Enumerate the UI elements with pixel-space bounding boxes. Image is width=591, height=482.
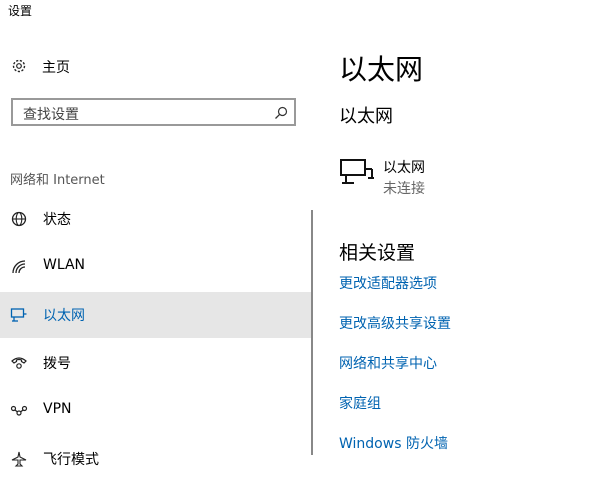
section-title: 以太网	[339, 106, 393, 127]
gear-icon	[10, 57, 28, 75]
change-adapter-options-link[interactable]: 更改适配器选项	[339, 273, 437, 293]
sidebar-item-airplane[interactable]: 飞行模式	[0, 436, 313, 482]
change-advanced-sharing-link[interactable]: 更改高级共享设置	[339, 313, 451, 333]
sidebar-item-label: 飞行模式	[43, 452, 99, 468]
sidebar-item-label: VPN	[43, 401, 72, 417]
home-label: 主页	[42, 60, 70, 76]
search-placeholder: 查找设置	[23, 107, 79, 123]
dialup-phone-icon	[10, 354, 28, 372]
window-title: 设置	[8, 4, 33, 18]
sidebar-item-wlan[interactable]: WLAN	[0, 244, 313, 290]
sidebar-item-status[interactable]: 状态	[0, 196, 313, 242]
windows-firewall-link[interactable]: Windows 防火墙	[339, 433, 448, 453]
search-input[interactable]: 查找设置	[11, 98, 296, 126]
sidebar-item-label: WLAN	[43, 257, 86, 273]
search-icon[interactable]	[274, 105, 288, 119]
status-globe-icon	[10, 210, 28, 228]
sidebar-item-label: 拨号	[43, 356, 71, 372]
sidebar-item-label: 以太网	[43, 308, 85, 324]
home-nav-item[interactable]: 主页	[0, 52, 313, 82]
vpn-icon	[10, 402, 28, 420]
wifi-icon	[10, 258, 28, 276]
related-settings-title: 相关设置	[339, 242, 416, 264]
sidebar-item-ethernet[interactable]: 以太网	[0, 292, 313, 338]
sidebar-scrollbar[interactable]	[311, 210, 313, 455]
sidebar-item-dialup[interactable]: 拨号	[0, 340, 313, 386]
ethernet-icon	[10, 306, 28, 324]
homegroup-link[interactable]: 家庭组	[339, 393, 381, 413]
page-title: 以太网	[339, 53, 424, 86]
sidebar-item-vpn[interactable]: VPN	[0, 388, 313, 434]
sidebar-item-label: 状态	[43, 212, 71, 228]
airplane-icon	[10, 450, 28, 468]
ethernet-adapter-icon[interactable]	[339, 158, 375, 188]
section-label: 网络和 Internet	[10, 173, 105, 188]
adapter-status: 未连接	[383, 181, 425, 197]
adapter-name[interactable]: 以太网	[383, 157, 425, 177]
network-sharing-center-link[interactable]: 网络和共享中心	[339, 353, 437, 373]
